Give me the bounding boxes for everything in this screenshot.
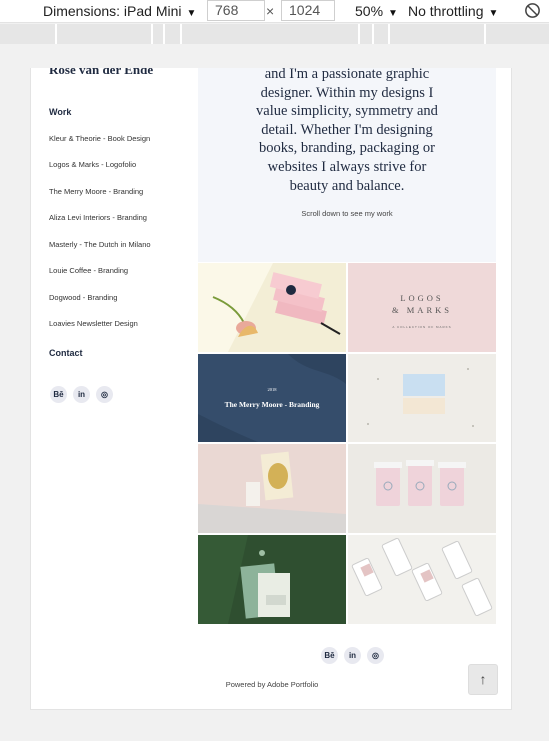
nav-work-heading[interactable]: Work	[49, 107, 71, 117]
chevron-down-icon: ▼	[186, 8, 197, 19]
project-tile-loavies[interactable]	[348, 535, 496, 624]
arrow-up-icon: ↑	[479, 671, 487, 687]
nav-item-aliza-levi[interactable]: Aliza Levi Interiors - Branding	[49, 213, 147, 222]
project-tile-logos-marks[interactable]: LOGOS & MARKS A COLLECTION OF MARKS	[348, 263, 496, 352]
intro-line: beauty and balance.	[289, 177, 405, 194]
throttling-dropdown[interactable]: No throttling ▼	[408, 2, 498, 21]
merry-tile-title: The Merry Moore - Branding	[224, 400, 320, 409]
coffee-cups-image	[348, 444, 496, 533]
business-cards-image	[348, 354, 496, 442]
intro-line: value simplicity, symmetry and	[256, 103, 438, 120]
linkedin-icon[interactable]: in	[73, 386, 90, 403]
footer-instagram-icon[interactable]: ◎	[367, 647, 384, 664]
width-input[interactable]: 768	[207, 0, 265, 21]
project-tile-masterly[interactable]	[198, 444, 346, 533]
nav-item-kleur-theorie[interactable]: Kleur & Theorie - Book Design	[49, 134, 150, 143]
logos-tile-sub: A COLLECTION OF MARKS	[392, 325, 452, 329]
nav-item-logos-marks[interactable]: Logos & Marks - Logofolio	[49, 160, 136, 169]
intro-line: and I'm a passionate graphic	[264, 68, 430, 82]
device-toolbar: Dimensions: iPad Mini ▼ 768 × 1024 50% ▼ N…	[0, 0, 549, 23]
site-title[interactable]: Rose van der Ende	[49, 68, 153, 78]
instagram-icon[interactable]: ◎	[96, 386, 113, 403]
nav-item-louie-coffee[interactable]: Louie Coffee - Branding	[49, 266, 128, 275]
height-input[interactable]: 1024	[281, 0, 335, 21]
powered-by[interactable]: Powered by Adobe Portfolio	[31, 680, 511, 689]
footer-linkedin-icon[interactable]: in	[344, 647, 361, 664]
intro-text: and I'm a passionate graphic designer. W…	[238, 68, 456, 195]
intro-line: websites I always strive for	[267, 158, 427, 175]
project-tile-merry-moore[interactable]: 2018 The Merry Moore - Branding	[198, 354, 346, 442]
nav-item-dogwood[interactable]: Dogwood - Branding	[49, 293, 117, 302]
dimensions-label: Dimensions: iPad Mini	[43, 3, 182, 19]
chevron-down-icon: ▼	[488, 8, 499, 19]
logos-tile-title-2: & MARKS	[392, 305, 452, 315]
book-stack-image	[198, 263, 346, 352]
nav-item-merry-moore[interactable]: The Merry Moore - Branding	[49, 187, 143, 196]
zoom-label: 50%	[355, 3, 384, 19]
nav-item-loavies[interactable]: Loavies Newsletter Design	[49, 319, 138, 328]
leaf-shadow-image	[198, 354, 346, 442]
logos-tile-title-1: LOGOS	[400, 293, 444, 303]
phones-image	[348, 535, 496, 624]
intro-line: books, branding, packaging or	[259, 140, 435, 157]
project-tile-kleur-theorie[interactable]	[198, 263, 346, 352]
rotate-icon[interactable]	[523, 1, 542, 20]
footer-behance-icon[interactable]: Bē	[321, 647, 338, 664]
emulated-viewport: Rose van der Ende Work Kleur & Theorie -…	[30, 68, 512, 710]
throttling-label: No throttling	[408, 3, 484, 19]
nav-contact-heading[interactable]: Contact	[49, 348, 83, 358]
nav-item-masterly[interactable]: Masterly - The Dutch in Milano	[49, 240, 151, 249]
dimensions-dropdown[interactable]: Dimensions: iPad Mini ▼	[43, 2, 196, 21]
times-sign: ×	[266, 3, 275, 19]
project-tile-dogwood[interactable]	[198, 535, 346, 624]
dogwood-branding-image	[198, 535, 346, 624]
intro-line: detail. Whether I'm designing	[261, 121, 433, 138]
zoom-dropdown[interactable]: 50% ▼	[355, 2, 398, 21]
back-to-top-button[interactable]: ↑	[468, 664, 498, 695]
magazine-image	[198, 444, 346, 533]
intro-line: designer. Within my designs I	[260, 84, 434, 101]
project-tile-aliza-levi[interactable]	[348, 354, 496, 442]
intro-section: and I'm a passionate graphic designer. W…	[198, 68, 496, 262]
merry-tile-year: 2018	[267, 387, 277, 392]
project-tile-louie-coffee[interactable]	[348, 444, 496, 533]
scroll-hint: Scroll down to see my work	[301, 209, 393, 218]
behance-icon[interactable]: Bē	[50, 386, 67, 403]
chevron-down-icon: ▼	[388, 8, 398, 19]
media-query-bar[interactable]	[0, 24, 549, 44]
